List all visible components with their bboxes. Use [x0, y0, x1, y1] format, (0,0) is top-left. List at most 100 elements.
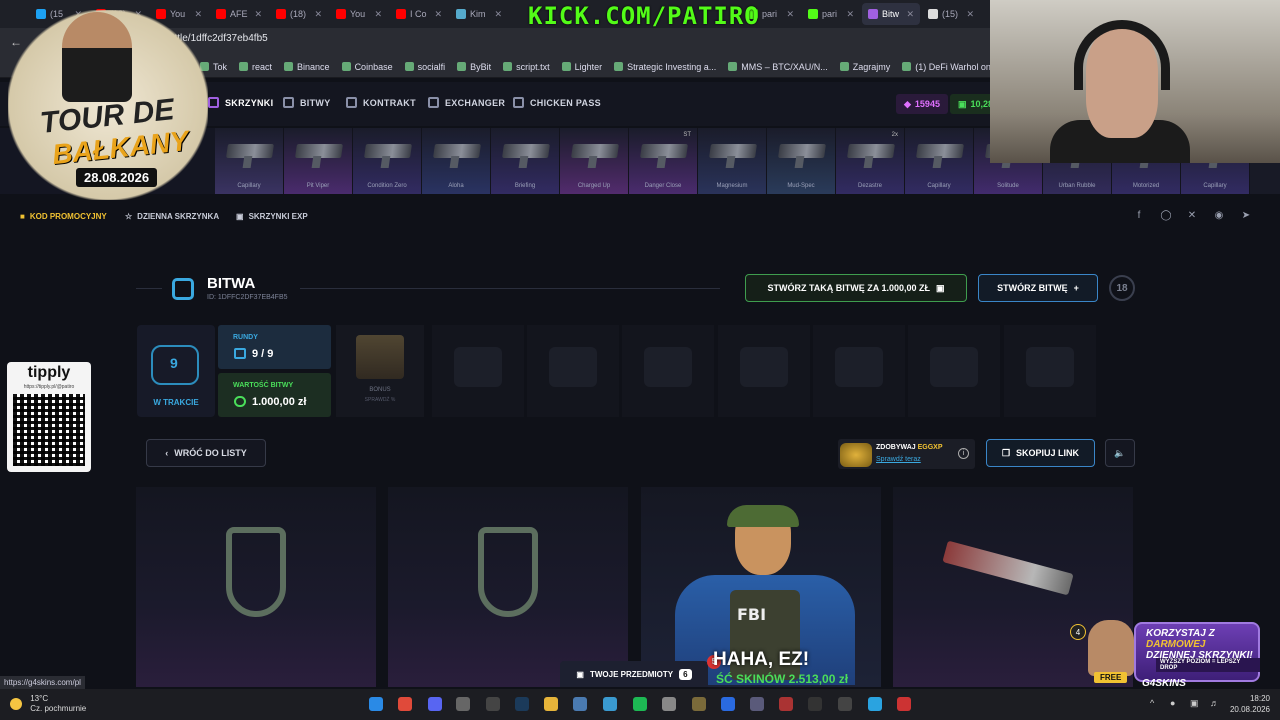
- system-clock[interactable]: 18:20 20.08.2026: [1230, 693, 1270, 715]
- live-drop-item[interactable]: Charged Up: [560, 128, 629, 194]
- live-drop-item[interactable]: ST Danger Close: [629, 128, 698, 194]
- close-icon[interactable]: ✕: [494, 9, 502, 20]
- your-items-tab[interactable]: ▣ TWOJE PRZEDMIOTY 6: [560, 661, 708, 687]
- bookmark-item[interactable]: Zagrajmy: [839, 62, 890, 72]
- create-same-battle-button[interactable]: STWÓRZ TAKĄ BITWĘ ZA 1.000,00 ZŁ ▣: [745, 274, 967, 302]
- close-icon[interactable]: ✕: [254, 9, 262, 20]
- browser-tab[interactable]: Kim ✕: [450, 3, 508, 25]
- tool-icon[interactable]: [603, 697, 617, 711]
- live-drop-item[interactable]: Pit Viper: [284, 128, 353, 194]
- weather-widget[interactable]: 13°C Cz. pochmurnie: [10, 694, 86, 714]
- nav-exchanger[interactable]: EXCHANGER: [428, 97, 505, 108]
- x-icon[interactable]: ✕: [1186, 210, 1198, 222]
- bookmark-item[interactable]: Strategic Investing a...: [614, 62, 716, 72]
- browser-tab[interactable]: pari ✕: [802, 3, 860, 25]
- close-icon[interactable]: ✕: [314, 9, 322, 20]
- obs-icon[interactable]: [486, 697, 500, 711]
- instagram-icon[interactable]: ◯: [1160, 210, 1172, 222]
- bookmark-item[interactable]: socialfi: [404, 62, 445, 72]
- speaker-icon[interactable]: ♬: [1210, 698, 1219, 708]
- folder-icon[interactable]: [544, 697, 558, 711]
- browser-tab[interactable]: I Co ✕: [390, 3, 448, 25]
- browser-tab[interactable]: (15) ✕: [922, 3, 980, 25]
- close-icon[interactable]: ✕: [966, 9, 974, 20]
- browser-tab[interactable]: Bitw ✕: [862, 3, 920, 25]
- live-drop-item[interactable]: Magnesium: [698, 128, 767, 194]
- discord-icon[interactable]: [428, 697, 442, 711]
- exp-cases-link[interactable]: ▣ SKRZYNKI EXP: [236, 212, 308, 221]
- eggxp-check-link[interactable]: Sprawdź teraz: [876, 456, 921, 463]
- browser-tab[interactable]: You ✕: [330, 3, 388, 25]
- monitor-icon[interactable]: ▣: [1190, 698, 1199, 709]
- x-app-icon[interactable]: [721, 697, 735, 711]
- close-icon[interactable]: ✕: [846, 9, 854, 20]
- app-icon[interactable]: [750, 697, 764, 711]
- live-drop-item[interactable]: Condition Zero: [353, 128, 422, 194]
- battle-status: W TRAKCIE: [153, 398, 199, 407]
- bookmark-item[interactable]: script.txt: [503, 62, 550, 72]
- app-icon[interactable]: [662, 697, 676, 711]
- app-icon[interactable]: [838, 697, 852, 711]
- round-slot: [813, 325, 905, 417]
- info-icon[interactable]: i: [958, 448, 969, 459]
- bookmark-item[interactable]: ByBit: [457, 62, 491, 72]
- spotify-icon[interactable]: [633, 697, 647, 711]
- nav-bitwy[interactable]: BITWY: [283, 97, 331, 108]
- app-icon[interactable]: [456, 697, 470, 711]
- live-drop-item[interactable]: Capillary: [905, 128, 974, 194]
- steam-icon[interactable]: [515, 697, 529, 711]
- bookmark-item[interactable]: react: [239, 62, 272, 72]
- discord-icon[interactable]: ◉: [1213, 210, 1225, 222]
- bookmark-label: MMS – BTC/XAU/N...: [741, 61, 828, 72]
- bonus-case[interactable]: BONUS SPRAWDŹ %: [336, 325, 424, 417]
- live-drop-item[interactable]: Briefing: [491, 128, 560, 194]
- app-icon[interactable]: [808, 697, 822, 711]
- app-icon[interactable]: [779, 697, 793, 711]
- plus-icon: +: [1073, 283, 1079, 293]
- tab-favicon-icon: [276, 9, 286, 19]
- live-drop-item[interactable]: Mud-Spec: [767, 128, 836, 194]
- promo-code-link[interactable]: ■ KOD PROMOCYJNY: [20, 212, 107, 221]
- bookmark-item[interactable]: Coinbase: [341, 62, 393, 72]
- live-drop-item[interactable]: Aloha: [422, 128, 491, 194]
- exchange-icon: [428, 97, 439, 108]
- close-icon[interactable]: ✕: [374, 9, 382, 20]
- daily-case-link[interactable]: ☆ DZIENNA SKRZYNKA: [125, 212, 219, 221]
- mic-icon[interactable]: ●: [1170, 698, 1175, 708]
- tray-chevron-icon[interactable]: ^: [1150, 698, 1154, 708]
- nav-label: KONTRAKT: [363, 97, 416, 108]
- app-icon[interactable]: [897, 697, 911, 711]
- bookmark-icon: [728, 62, 738, 71]
- chrome-icon[interactable]: [398, 697, 412, 711]
- create-battle-button[interactable]: STWÓRZ BITWĘ +: [978, 274, 1098, 302]
- bookmark-item[interactable]: (1) DeFi Warhol on...: [902, 62, 998, 72]
- eggxp-promo[interactable]: ZDOBYWAJ EGGXP Sprawdź teraz i: [838, 439, 975, 469]
- live-drop-item[interactable]: 2x Dezastre: [836, 128, 905, 194]
- daily-case-promo-banner[interactable]: 4 KORZYSTAJ Z DARMOWEJ DZIENNEJ SKRZYNKI!…: [1070, 614, 1260, 694]
- bookmark-item[interactable]: MMS – BTC/XAU/N...: [728, 62, 828, 72]
- bookmark-item[interactable]: Lighter: [561, 62, 602, 72]
- back-to-list-button[interactable]: ‹ WRÓĆ DO LISTY: [146, 439, 266, 467]
- close-icon[interactable]: ✕: [906, 9, 914, 20]
- webcam-overlay: [990, 0, 1280, 163]
- knuckles-item: [478, 527, 538, 617]
- network-icon[interactable]: [573, 697, 587, 711]
- close-icon[interactable]: ✕: [434, 9, 442, 20]
- bookmark-icon: [404, 62, 414, 71]
- clock-time: 18:20: [1249, 694, 1270, 703]
- nav-kontrakt[interactable]: KONTRAKT: [346, 97, 416, 108]
- live-drop-item[interactable]: Capillary: [215, 128, 284, 194]
- nav-chicken-pass[interactable]: CHICKEN PASS: [513, 97, 601, 108]
- bookmark-item[interactable]: Binance: [284, 62, 330, 72]
- telegram-icon[interactable]: [868, 697, 882, 711]
- browser-tab[interactable]: (18) ✕: [270, 3, 328, 25]
- mute-button[interactable]: 🔈: [1105, 439, 1135, 467]
- telegram-icon[interactable]: ➤: [1240, 210, 1252, 222]
- close-icon[interactable]: ✕: [786, 9, 794, 20]
- facebook-icon[interactable]: f: [1133, 210, 1145, 222]
- wallet-gems[interactable]: ◆ 15945: [896, 94, 948, 114]
- app-icon[interactable]: [692, 697, 706, 711]
- chevron-left-icon: ‹: [165, 448, 169, 458]
- windows-start-icon[interactable]: [369, 697, 383, 711]
- copy-link-button[interactable]: ❐ SKOPIUJ LINK: [986, 439, 1095, 467]
